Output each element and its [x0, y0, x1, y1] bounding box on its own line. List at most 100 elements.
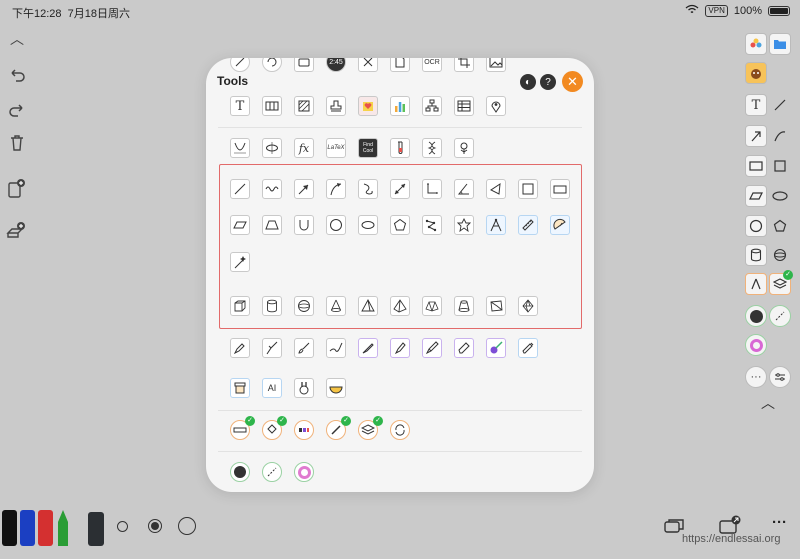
- dark-mode-icon[interactable]: ◐: [520, 74, 536, 90]
- right-circle-icon[interactable]: [745, 215, 767, 237]
- top-scissors-icon[interactable]: [358, 58, 378, 72]
- calligraphy-pen-icon[interactable]: [262, 338, 282, 358]
- bar-chart-icon[interactable]: [390, 96, 410, 116]
- right-sphere-icon[interactable]: [769, 244, 791, 266]
- divider-2: [218, 410, 582, 411]
- crayon-icon[interactable]: [454, 338, 474, 358]
- dna-icon[interactable]: [422, 138, 442, 158]
- close-button[interactable]: ✕: [562, 71, 583, 92]
- large-size-dot[interactable]: [178, 517, 196, 535]
- highlighter-icon[interactable]: [390, 338, 410, 358]
- watermark: https://endlessai.org: [682, 533, 781, 545]
- right-settings-icon[interactable]: [769, 366, 791, 388]
- conic-icon[interactable]: [262, 138, 282, 158]
- stamp-icon[interactable]: [326, 96, 346, 116]
- top-ocr-icon[interactable]: OCR: [422, 58, 442, 72]
- right-wave-icon[interactable]: [769, 125, 791, 147]
- text-frame-icon[interactable]: [262, 96, 282, 116]
- top-image-icon[interactable]: [486, 58, 506, 72]
- photos-icon[interactable]: [745, 33, 767, 55]
- battery-percent: 100%: [733, 4, 762, 17]
- latex-icon[interactable]: LaTeX: [326, 138, 346, 158]
- top-timer-icon[interactable]: 2:45: [326, 58, 346, 72]
- bunny-icon[interactable]: [294, 378, 314, 398]
- pencil-icon[interactable]: [422, 338, 442, 358]
- right-parallelogram-icon[interactable]: [745, 185, 767, 207]
- right-line-icon[interactable]: [769, 94, 791, 116]
- marker-pen-icon[interactable]: [358, 338, 378, 358]
- red-marker[interactable]: [38, 510, 53, 546]
- mind-map-icon[interactable]: [422, 96, 442, 116]
- color-dark-swatch[interactable]: [230, 462, 250, 482]
- folder-icon[interactable]: [769, 33, 791, 55]
- table-icon[interactable]: [454, 96, 474, 116]
- top-video-icon[interactable]: [294, 58, 314, 72]
- help-icon[interactable]: ?: [540, 74, 556, 90]
- black-marker[interactable]: [2, 510, 17, 546]
- sticker-icon[interactable]: [745, 62, 767, 84]
- right-more-icon[interactable]: ···: [745, 366, 767, 388]
- right-pentagon-icon[interactable]: [769, 215, 791, 237]
- stroke-style-icon[interactable]: [262, 462, 282, 482]
- right-cylinder-icon[interactable]: [745, 244, 767, 266]
- divider-1: [218, 127, 582, 128]
- sticker-heart-icon[interactable]: [358, 96, 378, 116]
- check-icon: ✓: [245, 416, 255, 426]
- undo-icon[interactable]: [6, 66, 28, 88]
- pattern-fill-icon[interactable]: [294, 96, 314, 116]
- top-crop-icon[interactable]: [454, 58, 474, 72]
- status-time: 下午12:28 7月18日周六: [12, 8, 131, 20]
- function-graph-icon[interactable]: [230, 138, 250, 158]
- right-color-wheel-icon[interactable]: [745, 334, 767, 356]
- collapse-up-icon[interactable]: ︿: [6, 28, 28, 50]
- right-ellipse-icon[interactable]: [769, 185, 791, 207]
- ink-brush-icon[interactable]: [326, 338, 346, 358]
- add-page-icon[interactable]: [6, 178, 28, 200]
- dialog-title: Tools: [217, 74, 249, 88]
- bowl-icon[interactable]: [326, 378, 346, 398]
- brush-icon[interactable]: [294, 338, 314, 358]
- location-pin-icon[interactable]: [486, 96, 506, 116]
- right-arrow-icon[interactable]: [745, 125, 767, 147]
- right-compass-icon[interactable]: [745, 273, 767, 295]
- rainbow-brush-icon[interactable]: [486, 338, 506, 358]
- blue-marker[interactable]: [20, 510, 35, 546]
- small-size-dot[interactable]: [117, 521, 128, 532]
- status-bar: 下午12:28 7月18日周六 VPN 100%: [0, 0, 800, 22]
- right-rectangle-icon[interactable]: [745, 155, 767, 177]
- top-rotate-icon[interactable]: [262, 58, 282, 72]
- trash-icon[interactable]: [6, 134, 28, 156]
- check-icon: ✓: [341, 416, 351, 426]
- medium-size-dot[interactable]: [148, 519, 162, 533]
- divider-3: [218, 451, 582, 452]
- text-box-icon[interactable]: T: [230, 96, 250, 116]
- right-square-icon[interactable]: [769, 155, 791, 177]
- check-icon: ✓: [277, 416, 287, 426]
- add-layer-icon[interactable]: [6, 220, 28, 242]
- top-document-icon[interactable]: [390, 58, 410, 72]
- green-pen-icon[interactable]: [55, 510, 71, 546]
- right-color-dark-icon[interactable]: [745, 305, 767, 327]
- test-tube-icon[interactable]: [390, 138, 410, 158]
- archive-icon[interactable]: [230, 378, 250, 398]
- eraser-tool[interactable]: [88, 512, 104, 546]
- redo-icon[interactable]: [6, 101, 28, 123]
- more-menu-button[interactable]: ···: [772, 514, 787, 531]
- find-cool-icon[interactable]: Find Cool: [358, 138, 378, 158]
- spray-icon[interactable]: [518, 338, 538, 358]
- refresh-icon[interactable]: [390, 420, 410, 440]
- color-palette-icon[interactable]: [294, 420, 314, 440]
- flower-icon[interactable]: [454, 138, 474, 158]
- right-text-tool-icon[interactable]: T: [745, 94, 767, 116]
- windows-icon[interactable]: [664, 518, 684, 541]
- top-pen-icon[interactable]: [230, 58, 250, 72]
- right-collapse-icon[interactable]: ︿: [757, 392, 779, 414]
- highlight-box: [219, 164, 582, 329]
- formula-icon[interactable]: fx: [294, 138, 314, 158]
- status-right: VPN 100%: [685, 4, 790, 17]
- right-check-icon: ✓: [783, 270, 793, 280]
- right-stroke-icon[interactable]: [769, 305, 791, 327]
- fountain-pen-icon[interactable]: [230, 338, 250, 358]
- ai-icon[interactable]: AI: [262, 378, 282, 398]
- color-wheel-icon[interactable]: [294, 462, 314, 482]
